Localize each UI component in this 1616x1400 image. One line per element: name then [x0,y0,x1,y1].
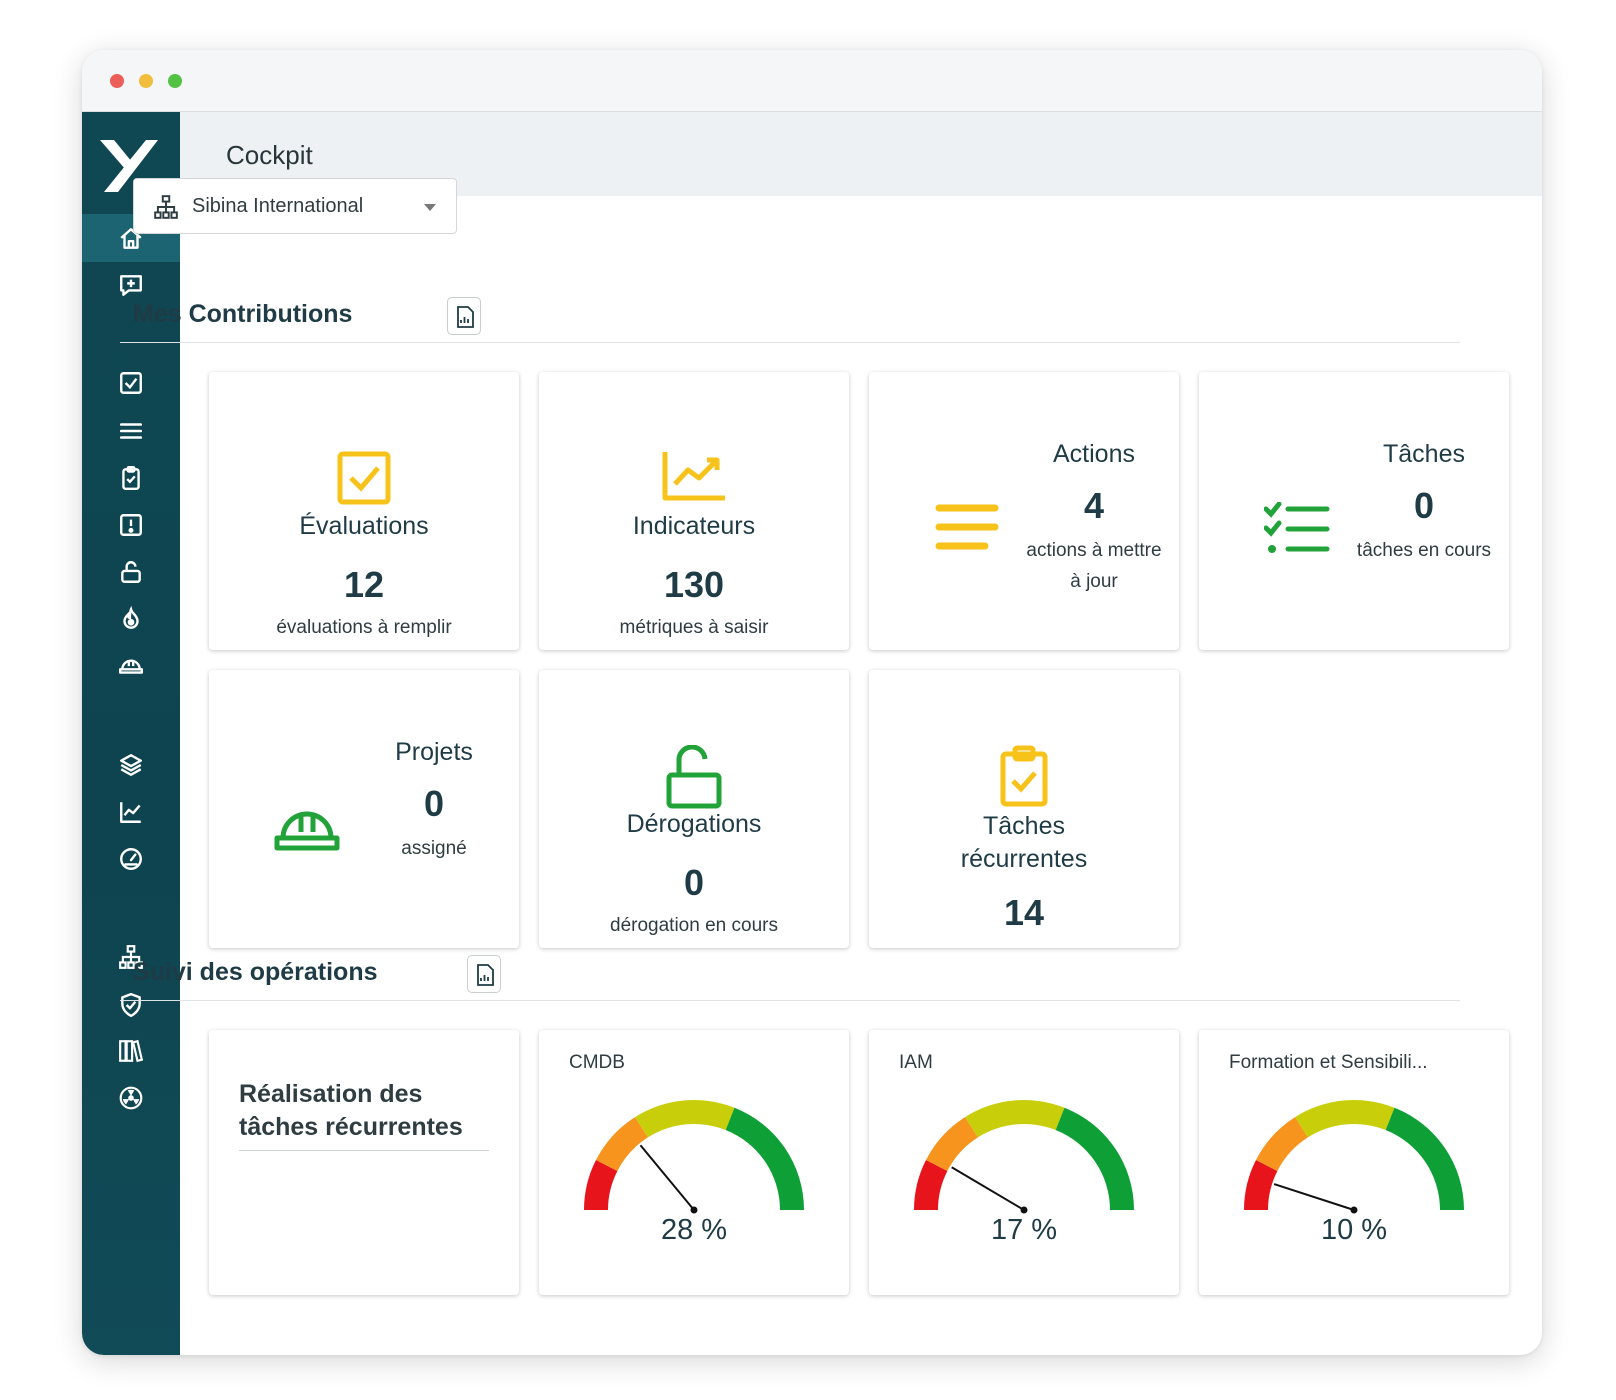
card-actions[interactable]: Actions 4 actions à mettre à jour [869,372,1179,650]
card-taches-recurrentes[interactable]: Tâches récurrentes 14 [869,670,1179,948]
card-evaluations[interactable]: Évaluations 12 évaluations à remplir [209,372,519,650]
card-title: Actions [1053,440,1135,468]
check-square-icon[interactable] [118,370,144,396]
gauge-chart [584,1100,804,1214]
gauge-needle-hub [690,1206,698,1214]
unlock-icon [666,745,722,809]
card-value: 0 [423,783,445,824]
card-value: 0 [1413,485,1435,526]
card-subtitle: métriques à saisir [619,617,769,638]
card-title: Tâches [1383,440,1465,468]
gauge-needle [1273,1183,1355,1211]
window-minimize-dot[interactable] [139,74,153,88]
card-indicateurs[interactable]: Indicateurs 130 métriques à saisir [539,372,849,650]
chart-line-icon [662,452,725,501]
gauge-card-cmdb[interactable]: CMDB 28 % [539,1030,849,1295]
organization-select-value: Sibina International [192,195,364,217]
speedometer-icon[interactable] [118,846,144,872]
gauge-band-3 [1385,1107,1464,1210]
alert-box-icon[interactable] [118,512,144,538]
helmet-icon[interactable] [118,652,144,678]
gauge-needle [951,1166,1025,1211]
gauge-value: 28 % [660,1214,728,1246]
radioactive-icon[interactable] [118,1085,144,1111]
gauge-value: 10 % [1320,1214,1388,1246]
chart-line-icon[interactable] [118,799,144,825]
gauge-band-2 [965,1100,1065,1138]
organization-select[interactable]: Sibina International [133,178,457,234]
window-titlebar [82,50,1542,112]
gauge-card-iam[interactable]: IAM 17 % [869,1030,1179,1295]
clipboard-check-icon [1000,745,1048,807]
card-recurring-completion[interactable]: Réalisation des tâches récurrentes [209,1030,519,1295]
gauge-band-3 [725,1107,804,1210]
card-derogations[interactable]: Dérogations 0 dérogation en cours [539,670,849,948]
export-operations-button[interactable] [467,955,501,993]
recurring-panel-underline [239,1150,489,1151]
unlock-icon[interactable] [118,559,144,585]
gauge-band-2 [1295,1100,1395,1138]
check-square-icon [337,451,391,505]
section-divider [120,342,1460,343]
recurring-panel-title: Réalisation des tâches récurrentes [239,1080,463,1141]
card-subtitle: dérogation en cours [610,915,778,936]
gauge-band-1 [925,1117,978,1171]
card-subtitle: actions à mettre à jour [1026,540,1162,592]
library-icon[interactable] [118,1038,144,1064]
checklist-icon [1264,502,1330,553]
gauge-chart [914,1100,1134,1214]
gauge-band-1 [595,1117,648,1171]
gauge-card-formation[interactable]: Formation et Sensibili... 10 % [1199,1030,1509,1295]
card-subtitle: tâches en cours [1356,540,1492,561]
add-comment-icon[interactable] [118,272,144,298]
export-contributions-button[interactable] [447,297,481,335]
gauge-band-2 [635,1100,735,1138]
clipboard-check-icon[interactable] [118,465,144,491]
card-value: 0 [683,862,705,903]
sidebar [82,112,180,1355]
gauge-label: CMDB [569,1052,625,1073]
gauge-label: Formation et Sensibili... [1229,1052,1428,1073]
shield-check-icon[interactable] [118,992,144,1018]
card-value: 12 [343,564,385,605]
card-title: Évaluations [299,512,429,540]
card-title: Tâches récurrentes [960,812,1088,873]
card-title: Dérogations [626,810,762,838]
fire-icon[interactable] [118,606,144,632]
gauge-label: IAM [899,1052,933,1073]
list-icon[interactable] [118,418,144,444]
window-maximize-dot[interactable] [168,74,182,88]
window-close-dot[interactable] [110,74,124,88]
chevron-down-icon [424,204,436,211]
gauge-needle [639,1144,695,1211]
helmet-icon [274,811,340,851]
file-chart-icon [457,306,474,328]
gauge-band-3 [1055,1107,1134,1210]
section-divider [120,1000,1460,1001]
card-value: 4 [1083,485,1105,526]
section-title-operations: Suivi des opérations [133,958,378,986]
list-icon [935,504,999,550]
card-projets[interactable]: Projets 0 assigné [209,670,519,948]
page-title: Cockpit [226,140,313,170]
card-value: 14 [1003,892,1045,933]
card-subtitle: assigné [401,838,467,859]
section-title-contributions: Mes Contributions [133,300,353,328]
gauge-value: 17 % [990,1214,1058,1246]
layers-icon[interactable] [118,752,144,778]
card-taches[interactable]: Tâches 0 tâches en cours [1199,372,1509,650]
card-title: Indicateurs [632,512,756,540]
gauge-needle-hub [1020,1206,1028,1214]
file-chart-icon [477,964,494,986]
gauge-chart [1244,1100,1464,1214]
gauge-needle-hub [1350,1206,1358,1214]
org-chart-icon [154,195,178,219]
card-value: 130 [663,564,725,605]
card-title: Projets [395,738,473,766]
gauge-band-1 [1255,1117,1308,1171]
card-subtitle: évaluations à remplir [276,617,452,638]
